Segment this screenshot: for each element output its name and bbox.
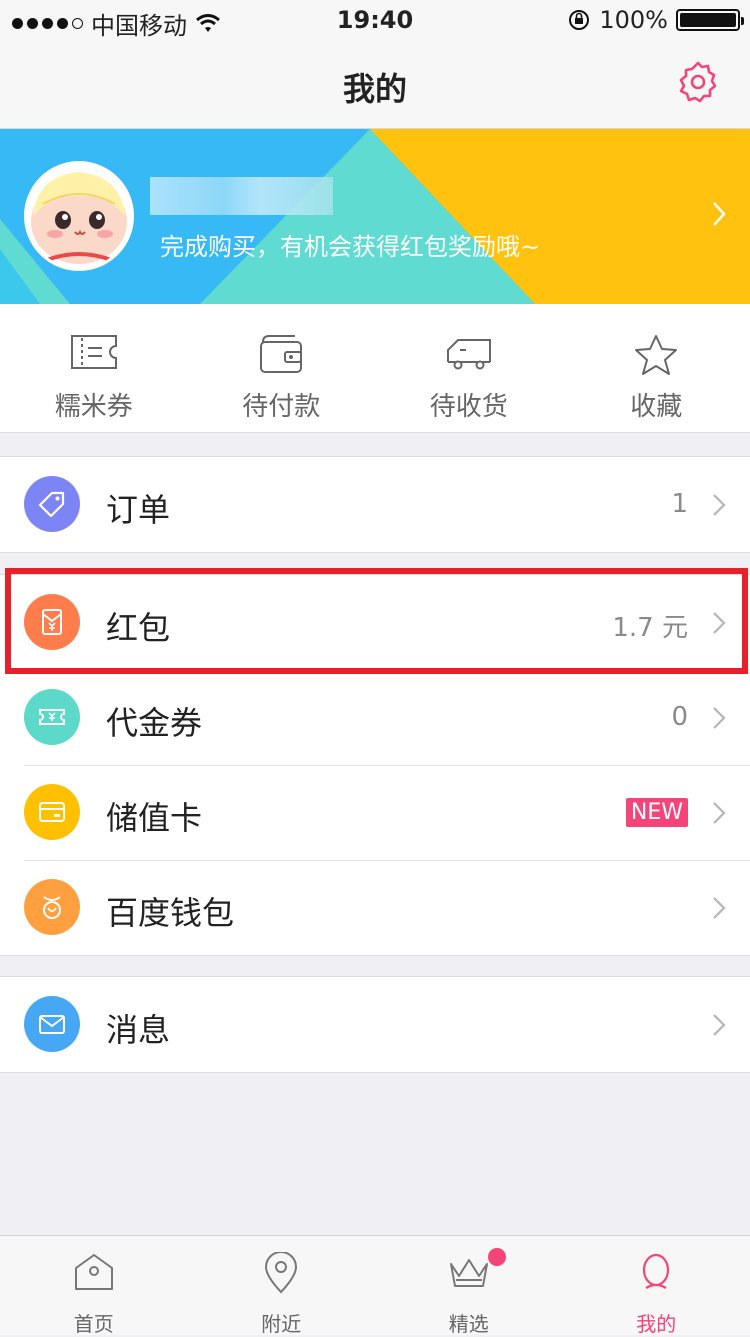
quick-action-pending-payment[interactable]: 待付款 bbox=[188, 304, 376, 432]
menu-row-red-packet[interactable]: 红包 1.7 元 bbox=[0, 575, 750, 670]
rotation-lock-icon bbox=[567, 8, 591, 32]
red-packet-icon bbox=[24, 594, 80, 650]
tab-home[interactable]: 首页 bbox=[0, 1236, 188, 1335]
banner-subtitle: 完成购买，有机会获得红包奖励哦~ bbox=[160, 227, 540, 262]
gear-icon[interactable] bbox=[676, 60, 720, 104]
quick-action-favorites[interactable]: 收藏 bbox=[563, 304, 750, 432]
tab-label: 附近 bbox=[188, 1308, 376, 1337]
tab-nearby[interactable]: 附近 bbox=[188, 1236, 376, 1335]
menu-row-label: 订单 bbox=[106, 485, 170, 531]
page-title: 我的 bbox=[0, 64, 750, 110]
quick-action-label: 收藏 bbox=[563, 386, 750, 423]
baidu-wallet-icon bbox=[24, 879, 80, 935]
menu-row-messages[interactable]: 消息 bbox=[0, 977, 750, 1072]
red-packet-amount: 1.7 元 bbox=[612, 607, 688, 644]
truck-icon bbox=[446, 334, 492, 370]
user-icon bbox=[638, 1252, 674, 1294]
battery-icon bbox=[676, 9, 740, 31]
quick-action-coupons[interactable]: 糯米券 bbox=[0, 304, 188, 432]
chevron-right-icon bbox=[712, 201, 726, 227]
status-right: 100% bbox=[567, 6, 740, 34]
chevron-right-icon bbox=[712, 493, 726, 517]
menu-row-label: 代金券 bbox=[106, 698, 202, 744]
ticket-icon bbox=[70, 334, 118, 370]
star-icon bbox=[634, 334, 678, 376]
menu-row-orders[interactable]: 订单 1 bbox=[0, 457, 750, 552]
profile-banner[interactable]: 完成购买，有机会获得红包奖励哦~ bbox=[0, 129, 750, 304]
username-blurred bbox=[150, 177, 333, 215]
envelope-icon bbox=[24, 996, 80, 1052]
crown-icon bbox=[447, 1252, 491, 1292]
avatar[interactable] bbox=[24, 161, 134, 271]
orders-group: 订单 1 bbox=[0, 456, 750, 553]
new-badge: NEW bbox=[626, 798, 688, 827]
chevron-right-icon bbox=[712, 1013, 726, 1037]
tag-icon bbox=[24, 476, 80, 532]
menu-row-label: 百度钱包 bbox=[106, 888, 234, 934]
tab-label: 精选 bbox=[375, 1308, 563, 1337]
menu-row-label: 消息 bbox=[106, 1005, 170, 1051]
chevron-right-icon bbox=[712, 896, 726, 920]
menu-row-label: 储值卡 bbox=[106, 793, 202, 839]
nav-bar: 我的 bbox=[0, 40, 750, 129]
tab-mine[interactable]: 我的 bbox=[563, 1236, 750, 1335]
voucher-count: 0 bbox=[671, 702, 688, 732]
menu-row-voucher[interactable]: 代金券 0 bbox=[0, 670, 750, 765]
message-group: 消息 bbox=[0, 976, 750, 1073]
menu-row-stored-value-card[interactable]: 储值卡 NEW bbox=[0, 765, 750, 860]
menu-row-label: 红包 bbox=[106, 603, 170, 649]
tab-bar: 首页 附近 精选 我的 bbox=[0, 1235, 750, 1335]
notification-dot bbox=[488, 1248, 506, 1266]
quick-actions: 糯米券 待付款 待收货 收藏 bbox=[0, 304, 750, 433]
chevron-right-icon bbox=[712, 706, 726, 730]
wallet-icon bbox=[259, 334, 303, 374]
quick-action-label: 糯米券 bbox=[0, 386, 188, 423]
chevron-right-icon bbox=[712, 801, 726, 825]
quick-action-pending-delivery[interactable]: 待收货 bbox=[375, 304, 563, 432]
wallet-group: 红包 1.7 元 代金券 0 储值卡 NEW 百度钱包 bbox=[0, 574, 750, 956]
chevron-right-icon bbox=[712, 611, 726, 635]
battery-percent: 100% bbox=[599, 6, 668, 34]
tab-featured[interactable]: 精选 bbox=[375, 1236, 563, 1335]
quick-action-label: 待收货 bbox=[375, 386, 563, 423]
order-count: 1 bbox=[671, 489, 688, 519]
status-bar: 中国移动 19:40 100% bbox=[0, 0, 750, 40]
location-pin-icon bbox=[263, 1252, 299, 1294]
tab-label: 首页 bbox=[0, 1308, 188, 1337]
voucher-icon bbox=[24, 689, 80, 745]
avatar-illustration bbox=[27, 164, 131, 268]
menu-row-baidu-wallet[interactable]: 百度钱包 bbox=[0, 860, 750, 955]
card-icon bbox=[24, 784, 80, 840]
tab-label: 我的 bbox=[563, 1308, 750, 1337]
home-icon bbox=[73, 1252, 115, 1292]
quick-action-label: 待付款 bbox=[188, 386, 376, 423]
